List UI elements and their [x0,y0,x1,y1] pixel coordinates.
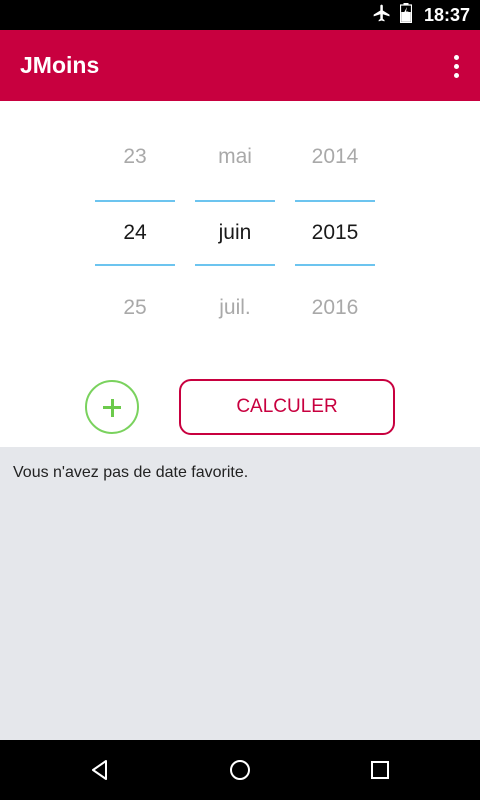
favorites-panel: Vous n'avez pas de date favorite. [0,447,480,740]
day-prev[interactable]: 23 [95,145,175,169]
day-divider-top [95,200,175,202]
year-prev[interactable]: 2014 [295,145,375,169]
year-next[interactable]: 2016 [295,296,375,320]
month-picker[interactable]: mai juin juil. [195,101,275,346]
month-divider-bottom [195,264,275,266]
month-next[interactable]: juil. [195,296,275,320]
year-divider-top [295,200,375,202]
home-icon[interactable] [200,740,280,800]
airplane-icon [372,3,392,28]
clock: 18:37 [423,4,470,25]
recents-icon[interactable] [340,740,420,800]
year-current[interactable]: 2015 [295,221,375,245]
add-favorite-button[interactable] [85,380,139,434]
day-next[interactable]: 25 [95,296,175,320]
month-divider-top [195,200,275,202]
month-current[interactable]: juin [195,221,275,245]
month-prev[interactable]: mai [195,145,275,169]
more-vert-icon[interactable] [440,42,472,90]
battery-charging-icon [399,2,413,28]
day-picker[interactable]: 23 24 25 [95,101,175,346]
app-title: JMoins [20,52,100,78]
app-bar: JMoins [0,30,480,101]
status-icons: 18:37 [372,0,470,30]
status-bar: 18:37 [0,0,480,30]
day-divider-bottom [95,264,175,266]
calculate-button[interactable]: CALCULER [179,379,395,435]
year-divider-bottom [295,264,375,266]
back-icon[interactable] [60,740,140,800]
year-picker[interactable]: 2014 2015 2016 [295,101,375,346]
empty-favorites-message: Vous n'avez pas de date favorite. [13,464,249,481]
day-current[interactable]: 24 [95,221,175,245]
navigation-bar [0,740,480,800]
